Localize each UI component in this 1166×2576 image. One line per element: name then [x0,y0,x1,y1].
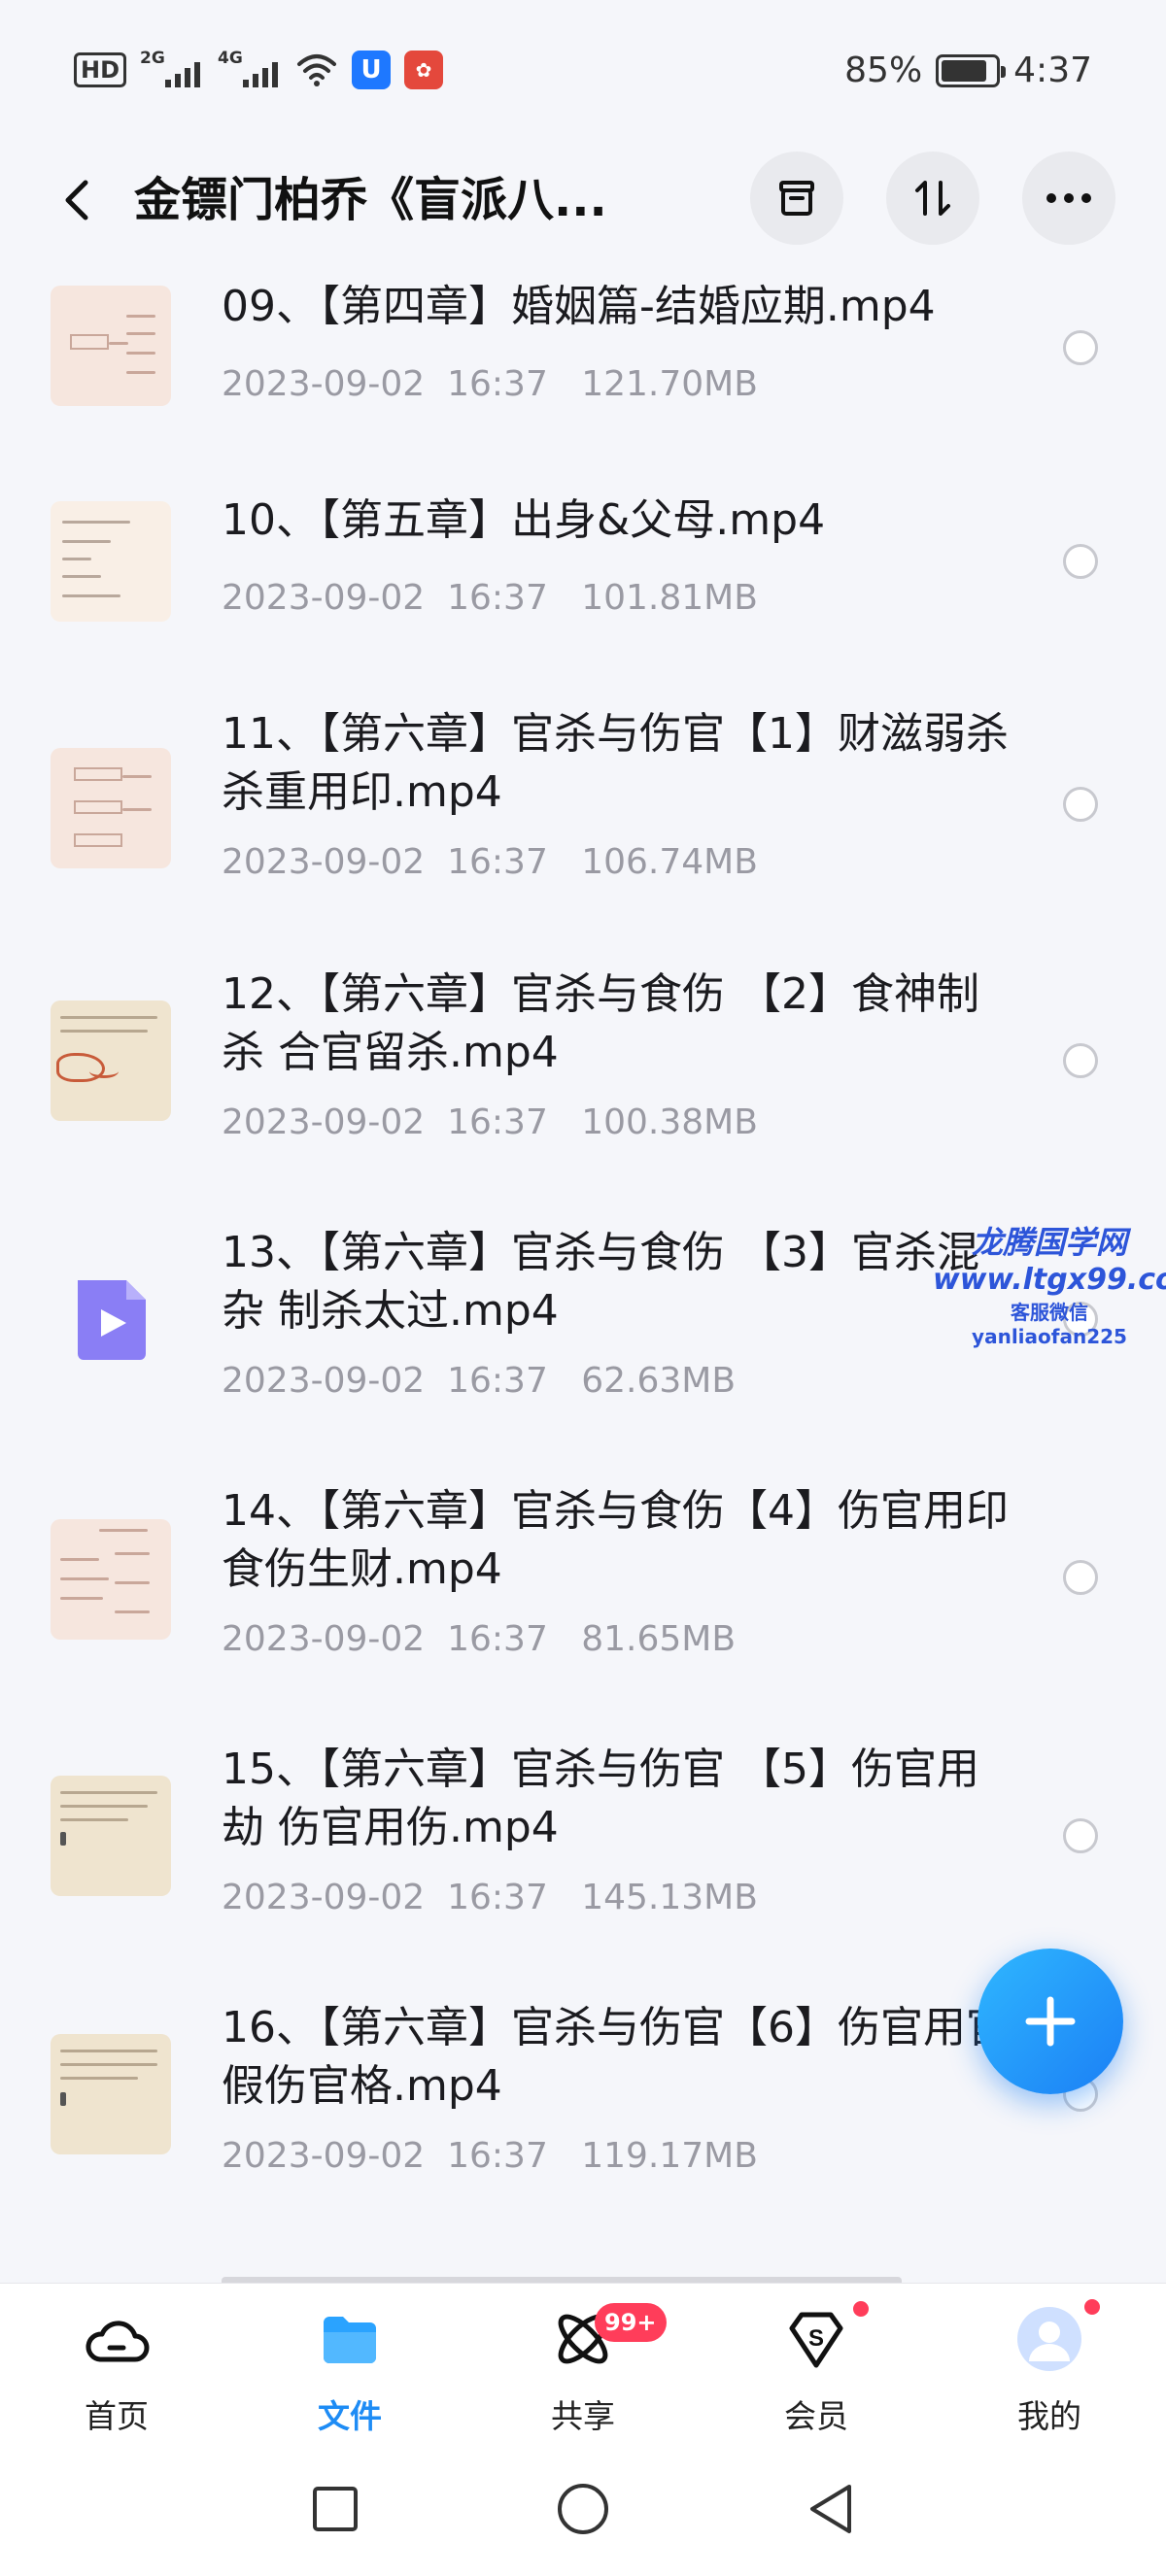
status-bar: HD 2G 4G U ✿ 85% 4:37 [0,0,1166,146]
battery-fill [942,59,987,82]
video-thumbnail [51,286,171,406]
file-meta: 2023-09-02 16:37 145.13MB [222,1878,758,1917]
select-radio[interactable] [1063,330,1098,365]
tab-vip[interactable]: S 会员 [738,2284,894,2447]
file-row[interactable]: 14、【第六章】官杀与食伤【4】伤官用印 食伤生财.mp4 2023-09-02… [0,1457,1166,1715]
select-radio[interactable] [1063,787,1098,822]
select-radio[interactable] [1063,1560,1098,1595]
file-name: 11、【第六章】官杀与伤官【1】财滋弱杀 杀重用印.mp4 [222,709,1009,817]
file-name: 16、【第六章】官杀与伤官【6】伤官用官 假伤官格.mp4 [222,2003,1009,2111]
file-meta: 2023-09-02 16:37 121.70MB [222,364,758,404]
add-button[interactable] [977,1949,1123,2094]
file-row-partial[interactable] [0,2232,1166,2283]
status-bar-left: HD 2G 4G U ✿ [74,49,444,89]
recents-button[interactable] [301,2475,369,2543]
video-file-icon [51,1259,171,1379]
file-meta: 2023-09-02 16:37 101.81MB [222,578,758,618]
file-name: 09、【第四章】婚姻篇-结婚应期.mp4 [222,282,936,331]
tab-files[interactable]: 文件 [272,2284,428,2447]
cloud-icon [86,2321,150,2362]
sort-icon [915,181,950,216]
file-row[interactable]: 11、【第六章】官杀与伤官【1】财滋弱杀 杀重用印.mp4 2023-09-02… [0,682,1166,940]
file-name: 10、【第五章】出身&父母.mp4 [222,495,826,545]
notification-badge: 99+ [595,2303,667,2342]
notification-app-icon: U [352,51,392,89]
notification-dot [1082,2297,1102,2317]
clock: 4:37 [1013,51,1092,90]
home-button[interactable] [549,2475,617,2543]
file-row[interactable]: 12、【第六章】官杀与食伤 【2】食神制杀 合官留杀.mp4 2023-09-0… [0,940,1166,1199]
notification-app-icon: ✿ [404,51,444,89]
select-radio[interactable] [1063,544,1098,579]
back-nav-button[interactable] [797,2475,865,2543]
plus-icon [1025,1996,1076,2047]
video-thumbnail [51,1519,171,1640]
system-nav-bar [0,2446,1166,2576]
triangle-back-icon [810,2485,851,2533]
square-icon [313,2487,358,2531]
signal-sim1-icon: 2G [140,49,204,89]
battery-icon [936,53,1007,87]
folder-icon [324,2317,376,2363]
file-name: 14、【第六章】官杀与食伤【4】伤官用印 食伤生财.mp4 [222,1486,1009,1594]
battery-percent: 85% [844,51,923,90]
tab-me[interactable]: 我的 [972,2284,1127,2447]
back-button[interactable] [51,173,105,227]
file-meta: 2023-09-02 16:37 119.17MB [222,2136,758,2176]
tab-home[interactable]: 首页 [39,2284,194,2447]
video-thumbnail [51,2034,171,2154]
svg-text:S: S [808,2325,824,2352]
app-header: 金镖门柏乔《盲派八... [0,146,1166,253]
bottom-tab-bar: 首页 文件 99+ 共享 S 会员 我的 [0,2283,1166,2446]
tab-share[interactable]: 99+ 共享 [505,2284,667,2447]
file-meta: 2023-09-02 16:37 62.63MB [222,1361,737,1401]
circle-icon [558,2484,608,2534]
page-title: 金镖门柏乔《盲派八... [134,173,607,227]
archive-button[interactable] [750,152,843,245]
more-icon [1046,193,1091,203]
sort-button[interactable] [886,152,979,245]
file-name: 13、【第六章】官杀与食伤 【3】官杀混杂 制杀太过.mp4 [222,1228,979,1336]
avatar-icon [1017,2307,1081,2371]
video-thumbnail [51,501,171,622]
notification-dot [851,2299,871,2319]
file-meta: 2023-09-02 16:37 106.74MB [222,842,758,882]
file-name: 12、【第六章】官杀与食伤 【2】食神制杀 合官留杀.mp4 [222,969,979,1077]
video-thumbnail [51,748,171,868]
chevron-left-icon [65,180,88,220]
signal-sim2-icon: 4G [218,49,282,89]
archive-icon [779,181,814,216]
file-row[interactable]: 10、【第五章】出身&父母.mp4 2023-09-02 16:37 101.8… [0,466,1166,682]
vip-diamond-icon: S [789,2312,843,2368]
video-thumbnail [51,1776,171,1896]
file-name: 15、【第六章】官杀与伤官 【5】伤官用劫 伤官用伤.mp4 [222,1745,979,1852]
file-meta: 2023-09-02 16:37 81.65MB [222,1619,737,1659]
file-list-screen: HD 2G 4G U ✿ 85% 4:37 金镖门柏乔《盲派八... 09、【第… [0,0,1166,2576]
video-thumbnail [51,1000,171,1121]
watermark: 龙腾国学网 www.ltgx99.com 客服微信 yanliaofan225 [933,1224,1166,1348]
select-radio[interactable] [1063,1043,1098,1078]
select-radio[interactable] [1063,1818,1098,1853]
file-row[interactable]: 09、【第四章】婚姻篇-结婚应期.mp4 2023-09-02 16:37 12… [0,253,1166,466]
hd-voice-icon: HD [74,52,127,87]
more-button[interactable] [1022,152,1115,245]
file-row[interactable]: 15、【第六章】官杀与伤官 【5】伤官用劫 伤官用伤.mp4 2023-09-0… [0,1715,1166,1974]
wifi-icon [297,54,337,86]
status-bar-right: 85% 4:37 [844,51,1092,90]
file-meta: 2023-09-02 16:37 100.38MB [222,1102,758,1142]
